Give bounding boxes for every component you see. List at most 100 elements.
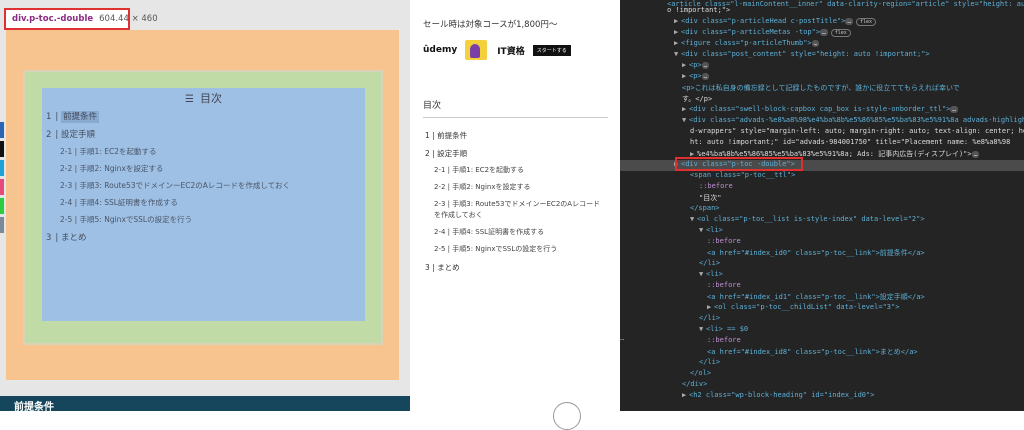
- dom-node-line[interactable]: o !important;">: [620, 6, 1024, 17]
- inspect-tooltip: div.p-toc.-double 604.44 × 460: [4, 8, 158, 30]
- dom-node-line[interactable]: ▶ <div class="p-articleHead c-postTitle">…: [620, 17, 1024, 28]
- dom-node-line[interactable]: <a href="#index_id8" class="p-toc__link"…: [620, 347, 1024, 358]
- toc-content-box: ☰ 目次 1 | 前提条件 2 | 設定手順 2-1 | 手順1: EC2を起動する …: [42, 88, 365, 321]
- dom-node-line[interactable]: </div>: [620, 380, 1024, 391]
- dom-node-line[interactable]: </li>: [620, 259, 1024, 270]
- page-sidebar: セール時は対象コースが1,800円〜 ûdemy IT資格 スタートする 目次 …: [410, 0, 620, 430]
- dom-node-line[interactable]: ▼ <li>: [620, 270, 1024, 281]
- collapse-arrow-icon[interactable]: ▼: [699, 325, 706, 333]
- expand-arrow-icon[interactable]: ▶: [682, 61, 689, 69]
- collapse-arrow-icon[interactable]: ▼: [674, 50, 681, 58]
- dom-node-line[interactable]: <a href="#index_id0" class="p-toc__link"…: [620, 248, 1024, 259]
- ellipsis-badge[interactable]: …: [811, 40, 820, 47]
- dom-node-line[interactable]: ▶ <ol class="p-toc__childList" data-level…: [620, 303, 1024, 314]
- toc-sub-item[interactable]: 2-5 | 手順5: NginxでSSLの設定を行う: [60, 214, 361, 225]
- dom-node-line[interactable]: <p>これは私自身の備忘録として記録したものですが、誰かに役立ててもらえれば幸い…: [620, 83, 1024, 94]
- sidebar-toc-sub-item[interactable]: 2-5 | 手順5: NginxでSSLの設定を行う: [434, 244, 605, 255]
- share-icon[interactable]: [0, 217, 4, 233]
- inspected-page: ☰ 目次 1 | 前提条件 2 | 設定手順 2-1 | 手順1: EC2を起動する …: [0, 0, 410, 411]
- expand-arrow-icon[interactable]: ▶: [674, 17, 681, 25]
- gutter-dots[interactable]: …: [620, 334, 624, 342]
- dom-node-line[interactable]: ::before: [620, 281, 1024, 292]
- share-icon[interactable]: [0, 198, 4, 214]
- dom-node-line[interactable]: ▼ <li>: [620, 226, 1024, 237]
- scroll-top-button[interactable]: [553, 402, 581, 430]
- dom-node-line[interactable]: <span class="p-toc__ttl">: [620, 171, 1024, 182]
- share-icon[interactable]: [0, 122, 4, 138]
- toc-title: ☰ 目次: [185, 92, 222, 105]
- dom-node-line[interactable]: ▶ <div class="swell-block-capbox cap_box …: [620, 105, 1024, 116]
- dom-node-line[interactable]: ▶ <p>…: [620, 72, 1024, 83]
- dom-node-line[interactable]: ▼ <div class="post_content" style="height…: [620, 50, 1024, 61]
- person-illustration-icon: [461, 36, 491, 64]
- collapse-arrow-icon[interactable]: ▼: [690, 215, 697, 223]
- expand-arrow-icon[interactable]: ▶: [682, 391, 689, 399]
- dom-node-line[interactable]: d-wrappers" style="margin-left: auto; ma…: [620, 127, 1024, 138]
- flex-badge[interactable]: flex: [830, 29, 851, 37]
- flex-badge[interactable]: flex: [856, 18, 877, 26]
- sidebar-toc-item[interactable]: 3 | まとめ: [425, 262, 605, 273]
- sidebar-toc-item[interactable]: 1 | 前提条件: [425, 130, 605, 141]
- toc-item[interactable]: 3 | まとめ: [46, 231, 361, 243]
- toc-sub-item[interactable]: 2-2 | 手順2: Nginxを設定する: [60, 163, 361, 174]
- sidebar-toc-sub-item[interactable]: 2-2 | 手順2: Nginxを設定する: [434, 182, 605, 193]
- devtools-elements-panel: <article class="l-mainContent__inner" da…: [620, 0, 1024, 411]
- ellipsis-badge[interactable]: …: [820, 29, 828, 36]
- collapse-arrow-icon[interactable]: ▼: [699, 270, 706, 278]
- expand-arrow-icon[interactable]: ▶: [682, 105, 689, 113]
- dom-node-line[interactable]: ▶ <p>…: [620, 61, 1024, 72]
- dom-node-line[interactable]: </li>: [620, 358, 1024, 369]
- share-icon[interactable]: [0, 160, 4, 176]
- dom-node-line[interactable]: す。</p>: [620, 94, 1024, 105]
- dom-node-line[interactable]: <a href="#index_id1" class="p-toc__link"…: [620, 292, 1024, 303]
- divider: [423, 117, 608, 118]
- collapse-arrow-icon[interactable]: ▼: [699, 226, 706, 234]
- expand-arrow-icon[interactable]: ▶: [707, 303, 714, 311]
- share-icon[interactable]: [0, 141, 4, 157]
- udemy-logo: ûdemy: [423, 45, 458, 55]
- ellipsis-badge[interactable]: …: [845, 18, 853, 25]
- dom-node-line[interactable]: ▶ <div class="p-articleMetas -top">… flex: [620, 28, 1024, 39]
- sidebar-toc-sub-item[interactable]: 2-1 | 手順1: EC2を起動する: [434, 165, 605, 176]
- ellipsis-badge[interactable]: …: [701, 62, 710, 69]
- dom-node-line[interactable]: ::before: [620, 336, 1024, 347]
- toc-list: 1 | 前提条件 2 | 設定手順 2-1 | 手順1: EC2を起動する 2-2 …: [46, 110, 361, 249]
- share-buttons: [0, 122, 4, 236]
- toc-sub-list: 2-1 | 手順1: EC2を起動する 2-2 | 手順2: Nginxを設定す…: [60, 146, 361, 225]
- expand-arrow-icon[interactable]: ▶: [682, 72, 689, 80]
- section-heading-bar: 前提条件: [0, 396, 410, 411]
- sale-text: セール時は対象コースが1,800円〜: [423, 20, 558, 30]
- toc-item[interactable]: 1 | 前提条件: [46, 110, 361, 123]
- dom-node-line[interactable]: ▶ <h2 class="wp-block-heading" id="index_…: [620, 391, 1024, 402]
- udemy-ad-banner[interactable]: ûdemy IT資格 スタートする: [423, 36, 573, 64]
- dom-node-line[interactable]: ::before: [620, 237, 1024, 248]
- collapse-arrow-icon[interactable]: ▼: [682, 116, 689, 124]
- sidebar-toc-sub-item[interactable]: 2-4 | 手順4: SSL証明書を作成する: [434, 227, 605, 238]
- dom-node-line[interactable]: ▼ <li> == $0: [620, 325, 1024, 336]
- selected-node-highlight: [675, 157, 803, 171]
- toc-item[interactable]: 2 | 設定手順 2-1 | 手順1: EC2を起動する 2-2 | 手順2: N…: [46, 128, 361, 225]
- dom-node-line[interactable]: ::before: [620, 182, 1024, 193]
- share-icon[interactable]: [0, 179, 4, 195]
- dom-node-line[interactable]: "目次": [620, 193, 1024, 204]
- sidebar-toc-sub-item[interactable]: 2-3 | 手順3: Route53でドメインーEC2のAレコードを作成しておく: [434, 199, 605, 221]
- dom-node-line[interactable]: </ol>: [620, 369, 1024, 380]
- dom-node-line[interactable]: ▼ <div class="advads-%e8%a8%98%e4%ba%8b%e…: [620, 116, 1024, 127]
- toc-sub-item[interactable]: 2-1 | 手順1: EC2を起動する: [60, 146, 361, 157]
- dom-node-line[interactable]: ▼ <ol class="p-toc__list is-style-index" …: [620, 215, 1024, 226]
- dom-node-line[interactable]: ▶ <figure class="p-articleThumb">…: [620, 39, 1024, 50]
- dom-node-line[interactable]: ht: auto !important;" id="advads-9840017…: [620, 138, 1024, 149]
- ellipsis-badge[interactable]: …: [950, 106, 958, 113]
- expand-arrow-icon[interactable]: ▶: [674, 28, 681, 36]
- sidebar-toc-sub-list: 2-1 | 手順1: EC2を起動する 2-2 | 手順2: Nginxを設定す…: [434, 165, 605, 255]
- sidebar-toc-list: 1 | 前提条件 2 | 設定手順 2-1 | 手順1: EC2を起動する 2-…: [425, 130, 605, 280]
- list-icon: ☰: [185, 94, 194, 105]
- toc-sub-item[interactable]: 2-3 | 手順3: Route53でドメインーEC2のAレコードを作成しておく: [60, 180, 361, 191]
- ellipsis-badge[interactable]: …: [971, 151, 980, 158]
- expand-arrow-icon[interactable]: ▶: [674, 39, 681, 47]
- dom-node-line[interactable]: </span>: [620, 204, 1024, 215]
- sidebar-toc-item[interactable]: 2 | 設定手順 2-1 | 手順1: EC2を起動する 2-2 | 手順2: …: [425, 148, 605, 255]
- dom-node-line[interactable]: </li>: [620, 314, 1024, 325]
- toc-sub-item[interactable]: 2-4 | 手順4: SSL証明書を作成する: [60, 197, 361, 208]
- ellipsis-badge[interactable]: …: [701, 73, 710, 80]
